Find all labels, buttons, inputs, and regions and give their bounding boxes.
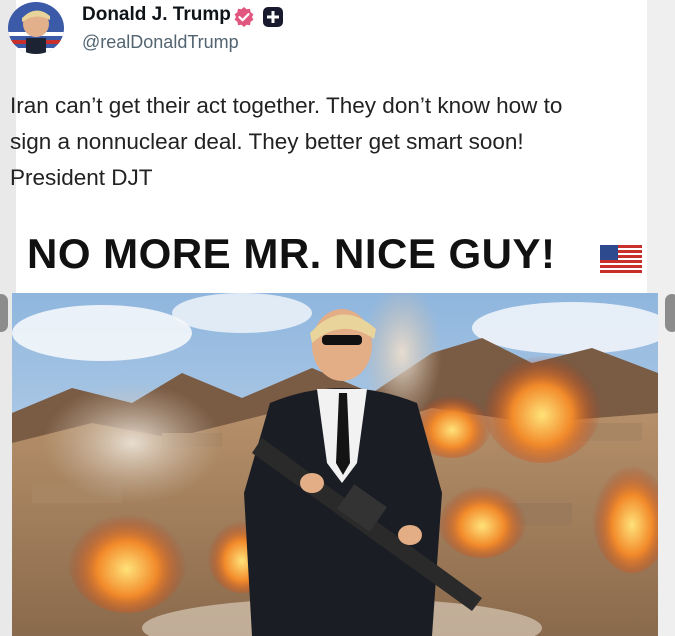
post-text: Iran can’t get their act together. They … [10, 93, 563, 190]
image-headline: NO MORE MR. NICE GUY! [27, 230, 556, 277]
author-name[interactable]: Donald J. Trump [82, 4, 231, 26]
plus-badge-icon [262, 6, 284, 28]
chevron-left-icon[interactable] [0, 294, 8, 332]
post-card: Donald J. Trump @realDonaldTrump Iran ca… [0, 0, 675, 636]
us-flag-icon [600, 245, 642, 273]
chevron-right-icon[interactable] [665, 294, 675, 332]
post-image[interactable] [12, 293, 658, 636]
author-handle[interactable]: @realDonaldTrump [82, 32, 239, 53]
avatar[interactable] [8, 2, 64, 54]
verified-icon [233, 6, 255, 28]
